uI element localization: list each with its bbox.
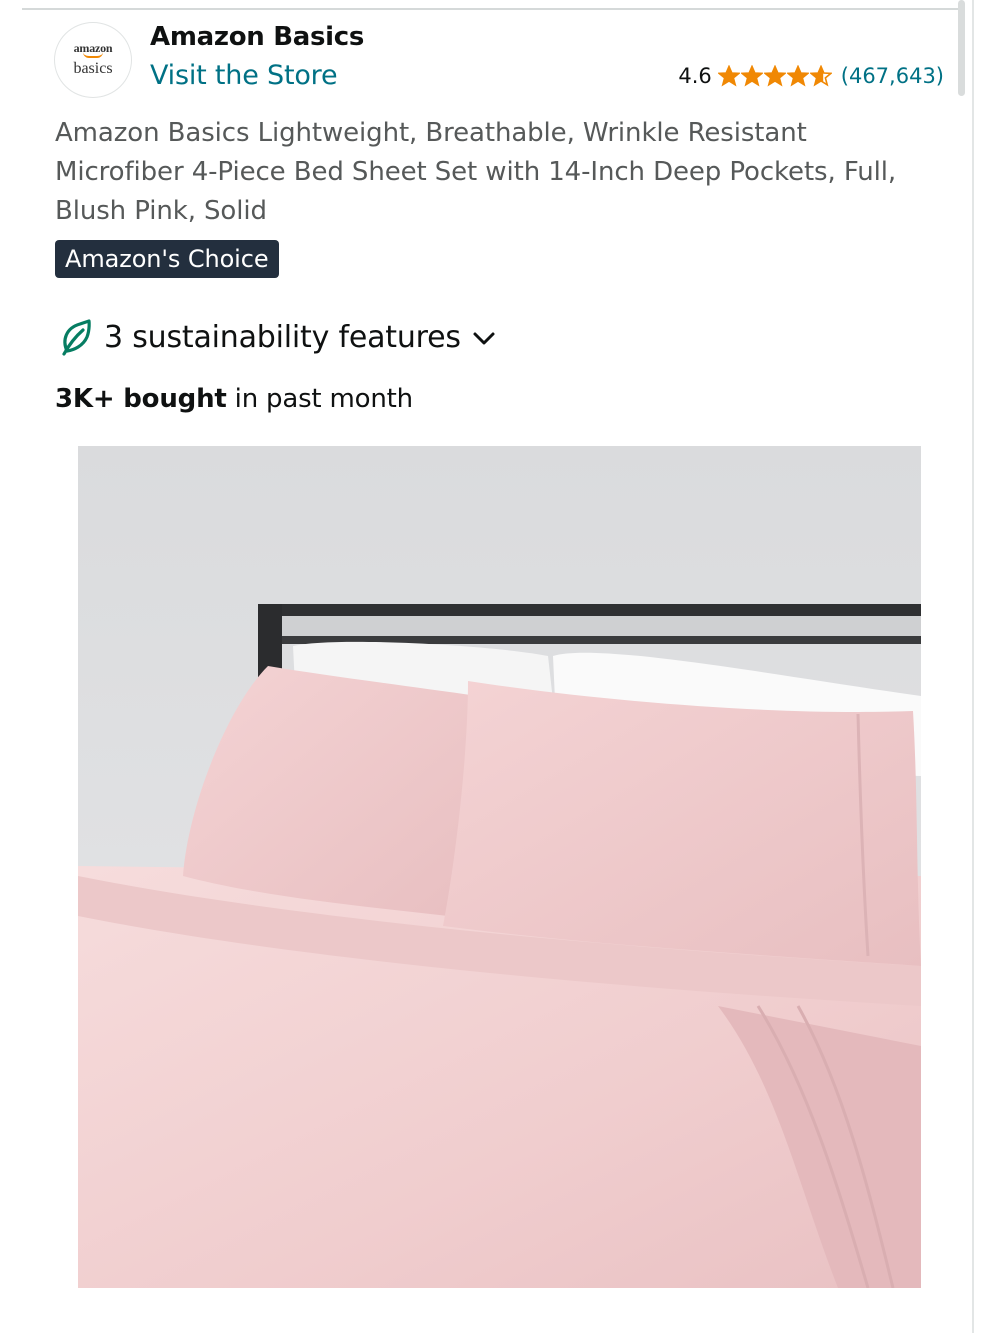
brand-logo-line2: basics	[73, 60, 113, 77]
star-icon	[717, 65, 740, 87]
star-icon	[740, 65, 763, 87]
bought-in-past-month: 3K+ bought in past month	[55, 384, 413, 414]
brand-name[interactable]: Amazon Basics	[150, 22, 364, 52]
visit-store-link[interactable]: Visit the Store	[150, 60, 338, 91]
sustainability-features-label: 3 sustainability features	[104, 319, 461, 355]
leaf-icon	[62, 319, 91, 356]
bought-period: in past month	[226, 384, 413, 414]
star-icon	[763, 65, 786, 87]
product-image[interactable]	[78, 446, 921, 1288]
bought-count: 3K+ bought	[55, 384, 227, 414]
rating-count-link[interactable]: (467,643)	[841, 64, 944, 88]
star-rating[interactable]	[717, 65, 833, 87]
brand-logo[interactable]: amazon basics	[54, 22, 132, 98]
star-icon	[809, 65, 832, 87]
rating-value: 4.6	[678, 64, 712, 88]
rating-summary[interactable]: 4.6 (467,643)	[678, 64, 944, 88]
product-title: Amazon Basics Lightweight, Breathable, W…	[55, 118, 897, 226]
smile-icon	[83, 52, 103, 58]
right-edge-divider	[972, 0, 974, 1333]
star-icon	[786, 65, 809, 87]
amazons-choice-badge[interactable]: Amazon's Choice	[55, 240, 279, 278]
top-divider	[22, 8, 964, 10]
sustainability-features-toggle[interactable]: 3 sustainability features	[58, 318, 497, 356]
scrollbar-thumb[interactable]	[958, 0, 965, 96]
chevron-down-icon	[473, 332, 495, 345]
